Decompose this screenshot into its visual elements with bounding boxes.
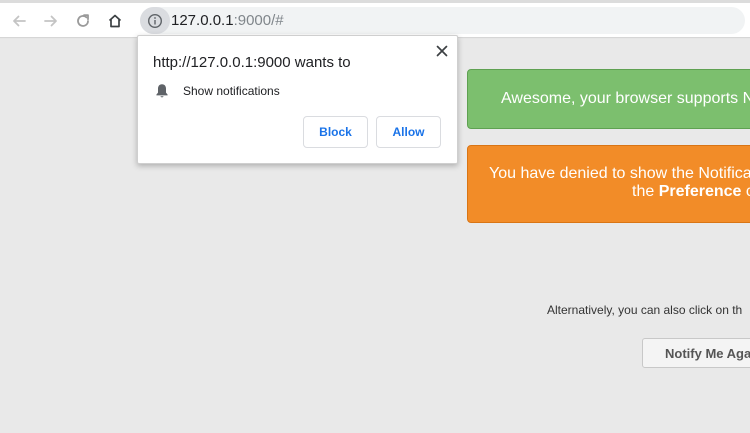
warning-prefix: the: [632, 183, 659, 200]
site-info-button[interactable]: [140, 7, 170, 34]
browser-toolbar: 127.0.0.1:9000/#: [0, 3, 750, 38]
success-alert-text: Awesome, your browser supports N: [501, 90, 750, 107]
close-icon: [436, 45, 448, 57]
reload-button[interactable]: [71, 9, 95, 33]
allow-button[interactable]: Allow: [376, 116, 441, 148]
notify-me-again-button[interactable]: Notify Me Aga: [642, 338, 750, 368]
info-icon: [147, 13, 163, 28]
address-bar[interactable]: 127.0.0.1:9000/#: [140, 7, 745, 34]
arrow-left-icon: [13, 15, 26, 27]
url-host: 127.0.0.1: [171, 12, 234, 29]
url-path: :9000/#: [233, 12, 284, 29]
home-button[interactable]: [103, 9, 127, 33]
success-alert: Awesome, your browser supports N: [467, 69, 750, 129]
reload-icon: [77, 14, 89, 27]
arrow-right-icon: [44, 15, 57, 27]
popup-title: http://127.0.0.1:9000 wants to: [153, 54, 351, 71]
warning-alert: You have denied to show the Notifica the…: [467, 145, 750, 223]
warning-alert-line2: the Preference c: [632, 183, 750, 201]
notification-permission-popup: http://127.0.0.1:9000 wants to Show noti…: [137, 35, 458, 164]
home-icon: [108, 14, 122, 28]
back-button[interactable]: [7, 9, 31, 33]
forward-button[interactable]: [39, 9, 63, 33]
url-text[interactable]: 127.0.0.1:9000/#: [171, 12, 284, 29]
bell-icon: [156, 84, 168, 98]
warning-suffix: c: [741, 183, 750, 200]
alternative-instruction-text: Alternatively, you can also click on th: [547, 303, 743, 317]
block-button[interactable]: Block: [303, 116, 368, 148]
popup-close-button[interactable]: [434, 43, 450, 59]
warning-alert-line1: You have denied to show the Notifica: [489, 165, 750, 182]
permission-label: Show notifications: [183, 84, 280, 98]
warning-preference-word: Preference: [658, 183, 742, 200]
